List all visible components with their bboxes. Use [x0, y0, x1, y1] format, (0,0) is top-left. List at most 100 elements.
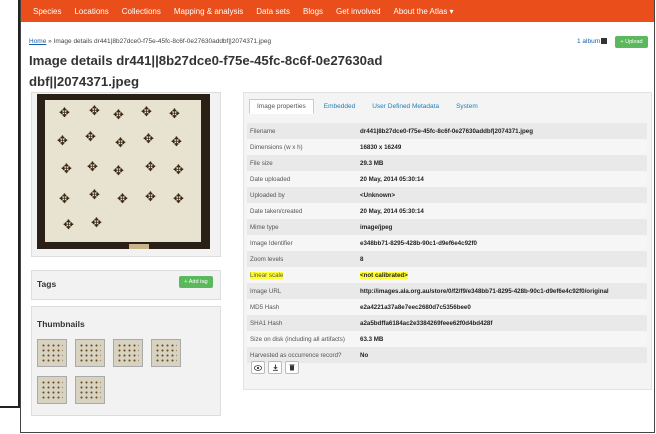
- property-value: 20 May, 2014 05:30:14: [360, 175, 424, 183]
- property-value: e348bb71-8295-428b-90c1-d9ef6e4c92f0: [360, 239, 477, 247]
- table-row: Date uploaded 20 May, 2014 05:30:14: [247, 171, 647, 187]
- thumbnail[interactable]: [37, 376, 67, 404]
- nav-mapping-analysis[interactable]: Mapping & analysis: [174, 7, 243, 16]
- specimen-icon: ✥: [145, 189, 156, 204]
- property-key: File size: [250, 159, 273, 167]
- table-row: Dimensions (w x h) 16830 x 16249: [247, 139, 647, 155]
- property-key: Filename: [250, 127, 276, 135]
- table-row: Image URL http://images.ala.org.au/store/…: [247, 283, 647, 299]
- thumbnail[interactable]: [75, 339, 105, 367]
- table-row: MD5 Hash e2a4221a37a8e7eec2680d7c5356bee0: [247, 299, 647, 315]
- specimen-tray: ✥ ✥ ✥ ✥ ✥ ✥ ✥ ✥ ✥ ✥ ✥ ✥ ✥ ✥ ✥ ✥ ✥ ✥ ✥ ✥ …: [45, 100, 201, 249]
- specimen-icon: ✥: [173, 162, 184, 177]
- specimen-icon: ✥: [173, 191, 184, 206]
- specimen-icon: ✥: [89, 103, 100, 118]
- thumbnail[interactable]: [151, 339, 181, 367]
- property-value: 8: [360, 255, 364, 263]
- property-value: No: [360, 351, 369, 359]
- thumbnail[interactable]: [37, 339, 67, 367]
- specimen-icon: ✥: [89, 187, 100, 202]
- property-value: e2a4221a37a8e7eec2680d7c5356bee0: [360, 303, 471, 311]
- table-row: File size 29.3 MB: [247, 155, 647, 171]
- top-navigation-bar: Species Locations Collections Mapping & …: [21, 0, 654, 22]
- linear-scale-value: <not calibrated>: [360, 271, 408, 279]
- tab-embedded[interactable]: Embedded: [317, 100, 362, 113]
- specimen-icon: ✥: [143, 131, 154, 146]
- table-row: SHA1 Hash a2a5bdffa6184ac2e3384269feee62f…: [247, 315, 647, 331]
- specimen-icon: ✥: [91, 215, 102, 230]
- property-key: SHA1 Hash: [250, 319, 283, 327]
- album-icon: [601, 38, 608, 45]
- property-key: Image Identifier: [250, 239, 293, 247]
- tab-user-defined-metadata[interactable]: User Defined Metadata: [365, 100, 446, 113]
- upload-button[interactable]: + Upload: [615, 36, 648, 48]
- property-value: image/jpeg: [360, 223, 393, 231]
- property-key: Linear scale: [247, 271, 360, 279]
- property-value: <Unknown>: [360, 191, 396, 199]
- property-key: Image URL: [250, 287, 282, 295]
- table-row: Date taken/created 20 May, 2014 05:30:14: [247, 203, 647, 219]
- albums-link[interactable]: 1 album: [577, 38, 608, 45]
- nav-about-the-atlas[interactable]: About the Atlas ▾: [394, 7, 454, 16]
- page-title: Image details dr441||8b27dce0-f75e-45fc-…: [29, 53, 383, 89]
- table-row: Linear scale <not calibrated>: [247, 267, 647, 283]
- specimen-icon: ✥: [141, 104, 152, 119]
- specimen-icon: ✥: [113, 107, 124, 122]
- image-actions: [251, 361, 302, 374]
- tags-heading: Tags: [37, 279, 57, 289]
- specimen-icon: ✥: [115, 135, 126, 150]
- nav-locations[interactable]: Locations: [74, 7, 108, 16]
- download-icon[interactable]: [268, 361, 282, 374]
- specimen-image[interactable]: ✥ ✥ ✥ ✥ ✥ ✥ ✥ ✥ ✥ ✥ ✥ ✥ ✥ ✥ ✥ ✥ ✥ ✥ ✥ ✥ …: [37, 94, 210, 249]
- table-row: Image Identifier e348bb71-8295-428b-90c1-…: [247, 235, 647, 251]
- table-row: Zoom levels 8: [247, 251, 647, 267]
- property-key: Uploaded by: [250, 191, 285, 199]
- property-value: <not calibrated>: [360, 271, 647, 279]
- property-key: Zoom levels: [250, 255, 284, 263]
- table-row: Uploaded by <Unknown>: [247, 187, 647, 203]
- property-value: 29.3 MB: [360, 159, 384, 167]
- table-row: Size on disk (including all artifacts) 63…: [247, 331, 647, 347]
- specimen-icon: ✥: [59, 105, 70, 120]
- nav-collections[interactable]: Collections: [122, 7, 161, 16]
- table-row: Harvested as occurrence record? No: [247, 347, 647, 363]
- specimen-icon: ✥: [85, 129, 96, 144]
- nav-data-sets[interactable]: Data sets: [256, 7, 290, 16]
- properties-table: Filename dr441|8b27dce0-f75e-45fc-8c6f-0e…: [247, 123, 647, 363]
- property-key: Date taken/created: [250, 207, 303, 215]
- specimen-icon: ✥: [113, 163, 124, 178]
- nav-species[interactable]: Species: [33, 7, 61, 16]
- thumbnail[interactable]: [75, 376, 105, 404]
- specimen-icon: ✥: [63, 217, 74, 232]
- breadcrumb-home-link[interactable]: Home: [29, 38, 46, 45]
- albums-label[interactable]: 1 album: [577, 38, 600, 45]
- property-value: a2a5bdffa6184ac2e3384269feee62f0d4bd428f: [360, 319, 493, 327]
- eye-icon[interactable]: [251, 361, 265, 374]
- properties-tabs: Image properties Embedded User Defined M…: [249, 96, 488, 116]
- specimen-icon: ✥: [87, 159, 98, 174]
- table-row: Mime type image/jpeg: [247, 219, 647, 235]
- nav-get-involved[interactable]: Get involved: [336, 7, 380, 16]
- specimen-icon: ✥: [169, 106, 180, 121]
- specimen-icon: ✥: [117, 191, 128, 206]
- specimen-icon: ✥: [171, 134, 182, 149]
- property-key: Dimensions (w x h): [250, 143, 303, 151]
- tab-image-properties[interactable]: Image properties: [249, 98, 314, 114]
- thumbnail[interactable]: [113, 339, 143, 367]
- property-key: MD5 Hash: [250, 303, 280, 311]
- property-key: Size on disk (including all artifacts): [250, 335, 345, 343]
- breadcrumb-current: » Image details dr441|8b27dce0-f75e-45fc…: [46, 38, 272, 45]
- breadcrumb: Home » Image details dr441|8b27dce0-f75e…: [29, 38, 271, 45]
- specimen-icon: ✥: [59, 191, 70, 206]
- tab-system[interactable]: System: [449, 100, 485, 113]
- add-tag-button[interactable]: + Add tag: [179, 276, 213, 288]
- image-url-link[interactable]: http://images.ala.org.au/store/0/f2/f9/e…: [360, 288, 647, 295]
- specimen-label: [129, 244, 149, 249]
- property-value: 16830 x 16249: [360, 143, 402, 151]
- nav-blogs[interactable]: Blogs: [303, 7, 323, 16]
- property-key: Date uploaded: [250, 175, 291, 183]
- specimen-icon: ✥: [145, 159, 156, 174]
- property-value: dr441|8b27dce0-f75e-45fc-8c6f-0e27630add…: [360, 127, 534, 135]
- delete-icon[interactable]: [285, 361, 299, 374]
- property-value: 63.3 MB: [360, 335, 384, 343]
